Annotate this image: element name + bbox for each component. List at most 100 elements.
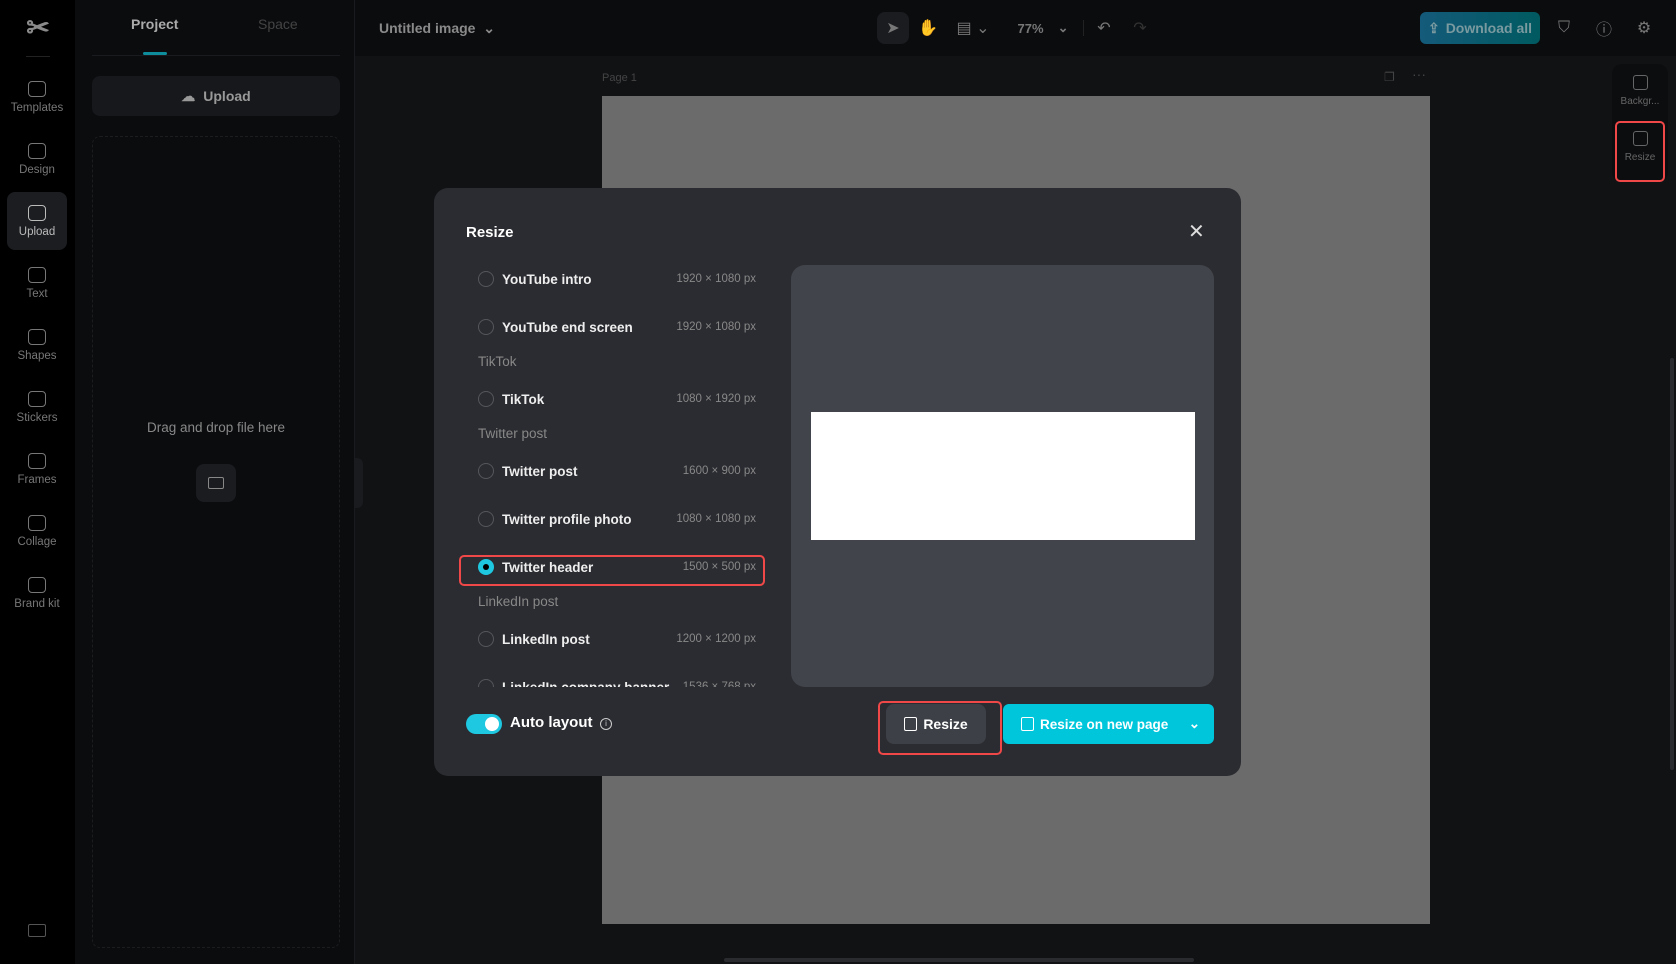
size-option[interactable]: LinkedIn company banner 1536 × 768 px bbox=[466, 672, 766, 687]
option-dimensions: 1920 × 1080 px bbox=[676, 273, 756, 285]
close-icon[interactable]: ✕ bbox=[1188, 222, 1205, 242]
rail-item-label: Stickers bbox=[16, 411, 58, 424]
rail-item-collage[interactable]: Collage bbox=[7, 502, 67, 560]
zoom-value: 77% bbox=[1017, 20, 1044, 36]
option-name: Twitter post bbox=[502, 463, 578, 479]
templates-icon bbox=[28, 80, 46, 97]
background-button[interactable]: Backgr... bbox=[1612, 64, 1668, 118]
rail-item-label: Brand kit bbox=[14, 597, 60, 610]
share-icon: ⇪ bbox=[1427, 19, 1440, 36]
option-dimensions: 1200 × 1200 px bbox=[676, 633, 756, 645]
highlight-box bbox=[459, 555, 765, 586]
page-label: Page 1 bbox=[602, 72, 637, 84]
option-name: LinkedIn post bbox=[502, 631, 590, 647]
resize-on-new-page-button[interactable]: Resize on new page ⌄ bbox=[1003, 704, 1214, 744]
device-upload-button[interactable] bbox=[196, 464, 236, 502]
divider bbox=[1083, 20, 1084, 36]
radio-button[interactable] bbox=[478, 319, 494, 335]
drop-zone[interactable] bbox=[92, 136, 340, 948]
auto-layout-toggle[interactable] bbox=[466, 714, 502, 734]
upload-label: Upload bbox=[203, 88, 251, 104]
stickers-icon bbox=[28, 390, 46, 407]
rail-item-text[interactable]: Text bbox=[7, 254, 67, 312]
design-icon bbox=[28, 142, 46, 159]
background-label: Backgr... bbox=[1620, 96, 1660, 107]
vertical-scrollbar[interactable] bbox=[1670, 358, 1674, 770]
size-option[interactable]: TikTok 1080 × 1920 px bbox=[466, 384, 766, 414]
monitor-icon bbox=[208, 477, 224, 489]
rail-item-label: Templates bbox=[10, 101, 64, 114]
radio-button[interactable] bbox=[478, 271, 494, 287]
rail-item-templates[interactable]: Templates bbox=[7, 68, 67, 126]
radio-button[interactable] bbox=[478, 463, 494, 479]
collage-icon bbox=[28, 514, 46, 531]
help-icon[interactable]: ⓘ bbox=[1590, 12, 1618, 44]
layout-icon[interactable]: ▤ ⌄ bbox=[953, 12, 993, 44]
undo-icon[interactable]: ↶ bbox=[1090, 12, 1118, 44]
shapes-icon bbox=[28, 328, 46, 345]
option-dimensions: 1080 × 1920 px bbox=[676, 393, 756, 405]
size-option[interactable]: YouTube intro 1920 × 1080 px bbox=[466, 265, 766, 294]
rail-item-design[interactable]: Design bbox=[7, 130, 67, 188]
option-dimensions: 1080 × 1080 px bbox=[676, 513, 756, 525]
settings-icon[interactable]: ⚙ bbox=[1630, 12, 1658, 44]
text-icon bbox=[28, 266, 46, 283]
tab-space[interactable]: Space bbox=[258, 16, 298, 32]
rail-item-label: Collage bbox=[17, 535, 57, 548]
resize-new-label: Resize on new page bbox=[1040, 716, 1169, 732]
option-name: YouTube intro bbox=[502, 271, 592, 287]
radio-button[interactable] bbox=[478, 511, 494, 527]
tab-project[interactable]: Project bbox=[131, 16, 178, 32]
size-option[interactable]: Twitter profile photo 1080 × 1080 px bbox=[466, 504, 766, 534]
group-heading: Twitter post bbox=[478, 426, 548, 441]
group-heading: LinkedIn post bbox=[478, 594, 559, 609]
preview-shape bbox=[811, 412, 1195, 540]
divider bbox=[26, 56, 50, 57]
option-name: TikTok bbox=[502, 391, 545, 407]
horizontal-scrollbar[interactable] bbox=[724, 958, 1194, 962]
duplicate-page-icon[interactable]: ❐ bbox=[1384, 70, 1395, 84]
rail-item-brand-kit[interactable]: Brand kit bbox=[7, 564, 67, 622]
option-dimensions: 1536 × 768 px bbox=[682, 681, 756, 687]
download-all-button[interactable]: ⇪ Download all bbox=[1420, 12, 1540, 44]
background-icon bbox=[1632, 75, 1648, 90]
rail-item-label: Upload bbox=[18, 225, 56, 238]
info-icon[interactable]: i bbox=[600, 718, 612, 730]
zoom-dropdown[interactable]: 77% ⌄ bbox=[1008, 12, 1078, 44]
keyboard-icon[interactable] bbox=[28, 924, 46, 937]
rail-item-stickers[interactable]: Stickers bbox=[7, 378, 67, 436]
chevron-down-icon: ⌄ bbox=[479, 20, 495, 36]
size-option[interactable]: Twitter post 1600 × 900 px bbox=[466, 456, 766, 486]
rail-item-shapes[interactable]: Shapes bbox=[7, 316, 67, 374]
rail-item-frames[interactable]: Frames bbox=[7, 440, 67, 498]
download-label: Download all bbox=[1445, 20, 1533, 36]
redo-icon[interactable]: ↷ bbox=[1126, 12, 1154, 44]
upload-icon bbox=[28, 204, 46, 221]
capcut-logo[interactable]: ✂ bbox=[22, 14, 54, 42]
more-icon[interactable]: ··· bbox=[1412, 66, 1426, 82]
radio-button[interactable] bbox=[478, 631, 494, 647]
option-name: LinkedIn company banner bbox=[502, 679, 670, 688]
upload-button[interactable]: ☁ Upload bbox=[92, 76, 340, 116]
cloud-upload-icon: ☁ bbox=[181, 87, 196, 104]
option-name: Twitter profile photo bbox=[502, 511, 632, 527]
size-option-list[interactable]: YouTube intro 1920 × 1080 px YouTube end s… bbox=[466, 265, 766, 687]
brand-kit-icon bbox=[28, 576, 46, 593]
document-title[interactable]: Untitled image ⌄ bbox=[379, 20, 495, 37]
radio-button[interactable] bbox=[478, 679, 494, 687]
size-option[interactable]: YouTube end screen 1920 × 1080 px bbox=[466, 312, 766, 342]
rail-item-label: Frames bbox=[17, 473, 57, 486]
hand-tool-icon[interactable]: ✋ bbox=[914, 12, 942, 44]
shield-icon[interactable]: ⛉ bbox=[1550, 12, 1578, 44]
new-page-icon bbox=[1021, 717, 1034, 731]
rail-item-upload[interactable]: Upload bbox=[7, 192, 67, 250]
select-tool-icon[interactable]: ➤ bbox=[877, 12, 909, 44]
chevron-down-icon: ⌄ bbox=[1057, 20, 1069, 35]
chevron-down-icon[interactable]: ⌄ bbox=[1189, 716, 1200, 732]
radio-button[interactable] bbox=[478, 391, 494, 407]
dialog-title: Resize bbox=[466, 224, 514, 241]
frames-icon bbox=[28, 452, 46, 469]
option-dimensions: 1920 × 1080 px bbox=[676, 321, 756, 333]
collapse-panel-handle[interactable] bbox=[355, 458, 363, 508]
size-option[interactable]: LinkedIn post 1200 × 1200 px bbox=[466, 624, 766, 654]
